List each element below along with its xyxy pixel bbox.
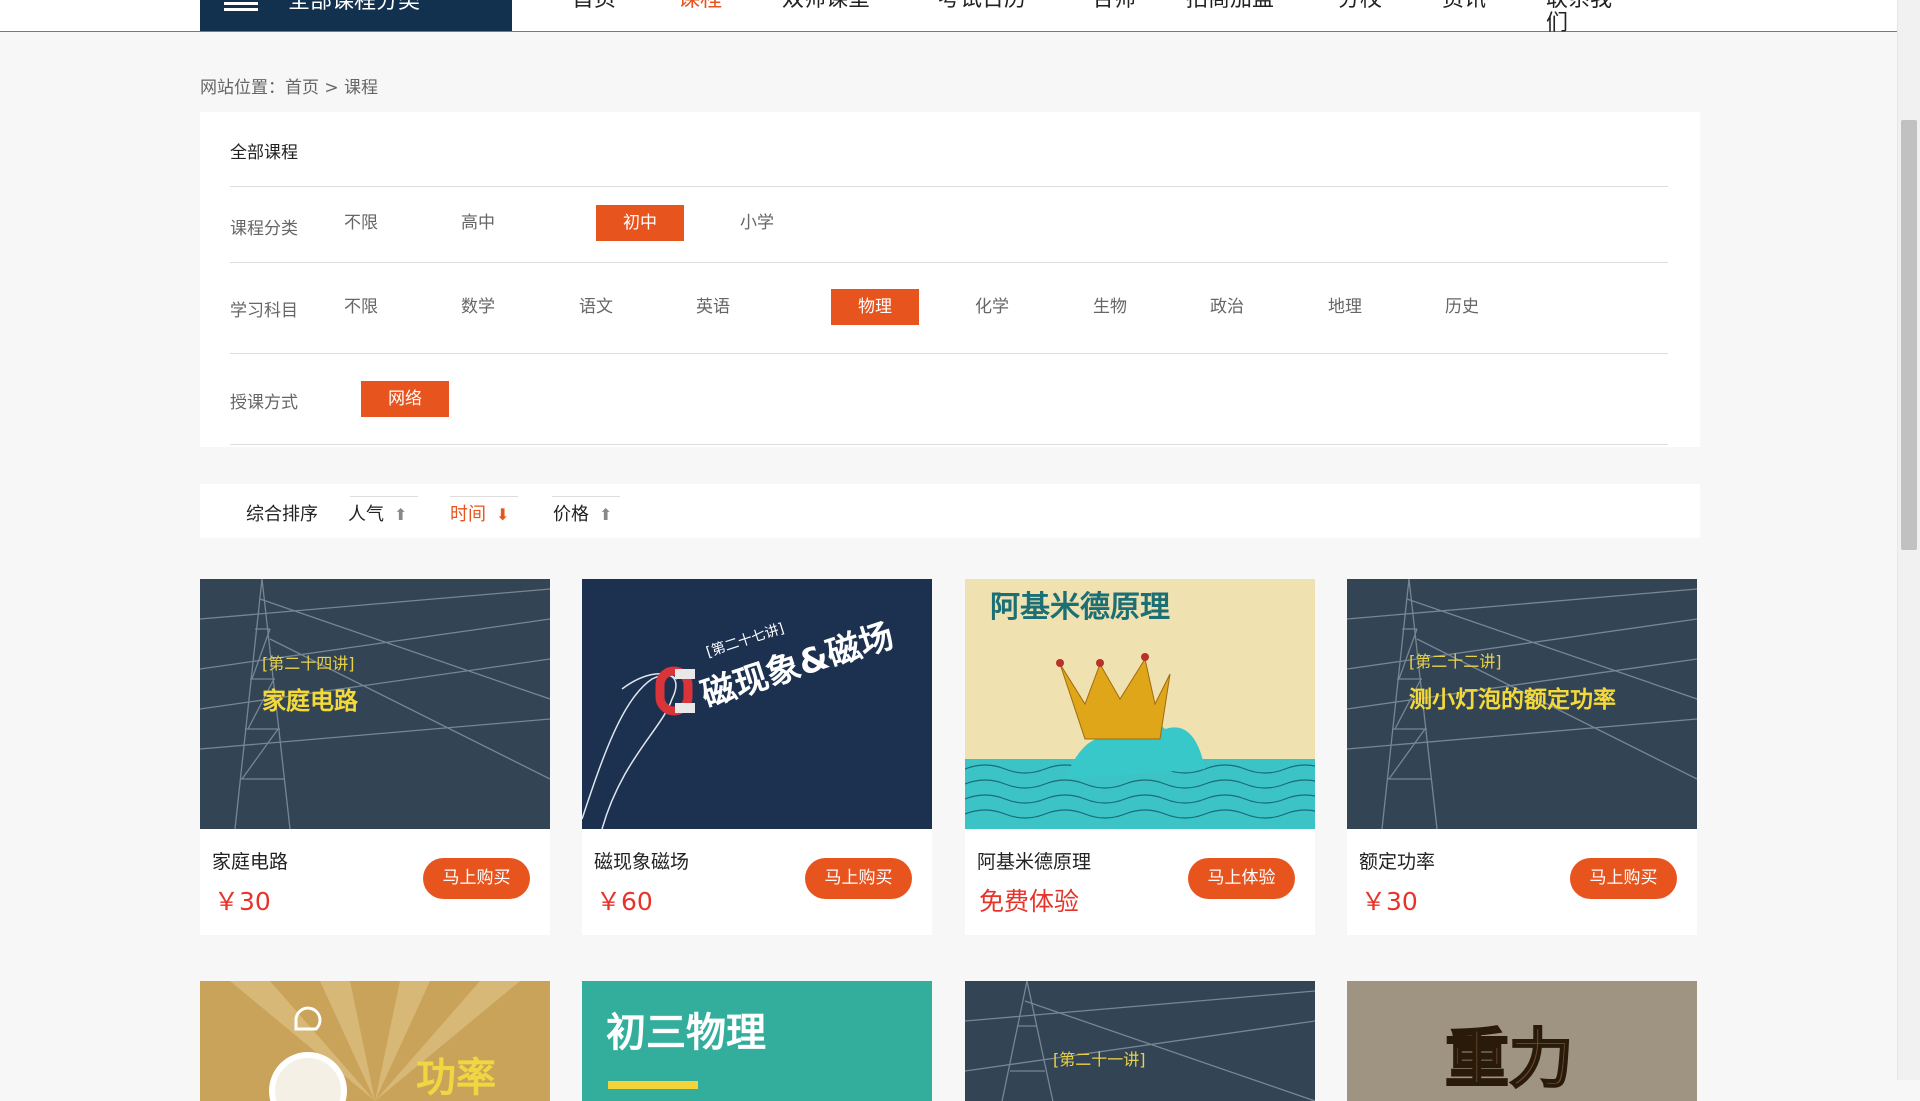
- course-card[interactable]: 初三物理: [582, 981, 932, 1101]
- course-cover-image: 阿基米德原理: [965, 579, 1315, 829]
- divider: [230, 186, 1668, 187]
- sort-time[interactable]: 时间 ⬇: [450, 500, 509, 526]
- filter-option-primary-school[interactable]: 小学: [713, 205, 801, 241]
- sort-time-label: 时间: [450, 504, 486, 525]
- all-courses-label: 全部课程: [230, 143, 298, 163]
- nav-link-exam-calendar[interactable]: 考试日历: [938, 0, 1026, 12]
- try-now-button[interactable]: 马上体验: [1188, 858, 1295, 899]
- cover-tag: [第二十二讲]: [1409, 652, 1502, 671]
- sort-overall-label: 综合排序: [246, 504, 318, 525]
- subject-option-math[interactable]: 数学: [434, 289, 522, 325]
- cover-title: 阿基米德原理: [990, 590, 1170, 625]
- course-filter-panel: 全部课程 课程分类 不限 高中 初中 小学 学习科目 不限 数学 语文 英语 物…: [200, 112, 1700, 447]
- course-card[interactable]: [第二十二讲] 测小灯泡的额定功率 额定功率 ￥30 马上购买: [1347, 579, 1697, 935]
- course-card[interactable]: 阿基米德原理 阿基米德原理 免费体验 马上体验: [965, 579, 1315, 935]
- course-cover-image: 功率: [200, 981, 550, 1101]
- sort-bar: 综合排序 人气 ⬆ 时间 ⬇ 价格 ⬆: [200, 484, 1700, 538]
- buy-now-button[interactable]: 马上购买: [805, 858, 912, 899]
- divider: [450, 496, 518, 497]
- cover-title: 测小灯泡的额定功率: [1409, 686, 1616, 713]
- nav-link-teachers[interactable]: 合师: [1092, 0, 1136, 12]
- course-title[interactable]: 阿基米德原理: [977, 847, 1091, 874]
- sort-price[interactable]: 价格 ⬆: [553, 500, 612, 526]
- arrow-down-icon: ⬇: [496, 505, 510, 524]
- filter-label-subject: 学习科目: [230, 301, 298, 321]
- course-cover-image: 初三物理: [582, 981, 932, 1101]
- nav-link-branches[interactable]: 分校: [1338, 0, 1382, 12]
- cover-tag: [第二十一讲]: [1053, 1050, 1146, 1069]
- buy-now-button[interactable]: 马上购买: [423, 858, 530, 899]
- all-categories-menu[interactable]: 全部课程分类: [200, 0, 512, 31]
- nav-links: 首页 课程 双师课堂 考试日历 合师 招商加盟 分校 资讯 联系我们: [520, 0, 1620, 36]
- sort-popularity-label: 人气: [348, 504, 384, 525]
- subject-option-chemistry[interactable]: 化学: [948, 289, 1036, 325]
- course-title[interactable]: 额定功率: [1359, 847, 1435, 874]
- menu-icon: [224, 2, 258, 12]
- course-card[interactable]: [第二十一讲]: [965, 981, 1315, 1101]
- subject-option-physics[interactable]: 物理: [831, 289, 919, 325]
- divider: [230, 444, 1668, 445]
- course-cover-image: [第二十二讲] 测小灯泡的额定功率: [1347, 579, 1697, 829]
- filter-option-unlimited[interactable]: 不限: [317, 205, 405, 241]
- sort-popularity[interactable]: 人气 ⬆: [348, 500, 407, 526]
- course-price: 免费体验: [979, 887, 1080, 916]
- course-card[interactable]: 重力: [1347, 981, 1697, 1101]
- subject-option-unlimited[interactable]: 不限: [317, 289, 405, 325]
- subject-option-history[interactable]: 历史: [1418, 289, 1506, 325]
- cover-title: 家庭电路: [262, 687, 359, 715]
- sort-overall[interactable]: 综合排序: [246, 500, 318, 526]
- buy-now-button[interactable]: 马上购买: [1570, 858, 1677, 899]
- sort-price-label: 价格: [553, 504, 589, 525]
- course-price: ￥30: [1361, 887, 1418, 916]
- subject-option-biology[interactable]: 生物: [1066, 289, 1154, 325]
- cover-tag: [第二十四讲]: [262, 654, 355, 673]
- top-navigation: 全部课程分类 首页 课程 双师课堂 考试日历 合师 招商加盟 分校 资讯 联系我…: [0, 0, 1898, 36]
- filter-label-teaching-mode: 授课方式: [230, 393, 298, 413]
- filter-option-middle-school[interactable]: 初中: [596, 205, 684, 241]
- subject-option-politics[interactable]: 政治: [1183, 289, 1271, 325]
- subject-option-english[interactable]: 英语: [669, 289, 757, 325]
- cover-title: 重力: [1445, 1023, 1573, 1097]
- course-price: ￥30: [214, 887, 271, 916]
- divider: [552, 496, 620, 497]
- nav-link-home[interactable]: 首页: [572, 0, 616, 12]
- filter-option-high-school[interactable]: 高中: [434, 205, 522, 241]
- filter-label-category: 课程分类: [230, 219, 298, 239]
- breadcrumb: 网站位置：首页 > 课程: [200, 78, 379, 98]
- nav-link-news[interactable]: 资讯: [1442, 0, 1486, 12]
- arrow-up-icon: ⬆: [394, 505, 408, 524]
- course-cover-image: [第二十一讲]: [965, 981, 1315, 1101]
- course-cover-image: [第二十四讲] 家庭电路: [200, 579, 550, 829]
- course-cover-image: 重力: [1347, 981, 1697, 1101]
- arrow-up-icon: ⬆: [599, 505, 613, 524]
- cover-title: 初三物理: [606, 1010, 766, 1056]
- all-categories-label: 全部课程分类: [288, 0, 421, 14]
- divider: [230, 262, 1668, 263]
- course-title[interactable]: 磁现象磁场: [594, 847, 689, 874]
- mode-option-online[interactable]: 网络: [361, 381, 449, 417]
- nav-link-franchise[interactable]: 招商加盟: [1186, 0, 1274, 12]
- divider: [230, 353, 1668, 354]
- divider: [350, 496, 418, 497]
- subject-option-geography[interactable]: 地理: [1301, 289, 1389, 325]
- page-scrollbar[interactable]: [1897, 0, 1920, 1080]
- course-price: ￥60: [596, 887, 653, 916]
- course-title[interactable]: 家庭电路: [212, 847, 288, 874]
- course-card[interactable]: [第二十七讲] 磁现象&磁场 磁现象磁场 ￥60 马上购买: [582, 579, 932, 935]
- nav-link-courses[interactable]: 课程: [678, 0, 722, 12]
- scrollbar-thumb[interactable]: [1901, 120, 1917, 550]
- nav-link-contact[interactable]: 联系我们: [1546, 0, 1620, 36]
- course-card[interactable]: [第二十四讲] 家庭电路 家庭电路 ￥30 马上购买: [200, 579, 550, 935]
- cover-title: 功率: [416, 1055, 496, 1101]
- course-card[interactable]: 功率: [200, 981, 550, 1101]
- nav-link-dual-teacher[interactable]: 双师课堂: [782, 0, 870, 12]
- subject-option-chinese[interactable]: 语文: [552, 289, 640, 325]
- course-cover-image: [第二十七讲] 磁现象&磁场: [582, 579, 932, 829]
